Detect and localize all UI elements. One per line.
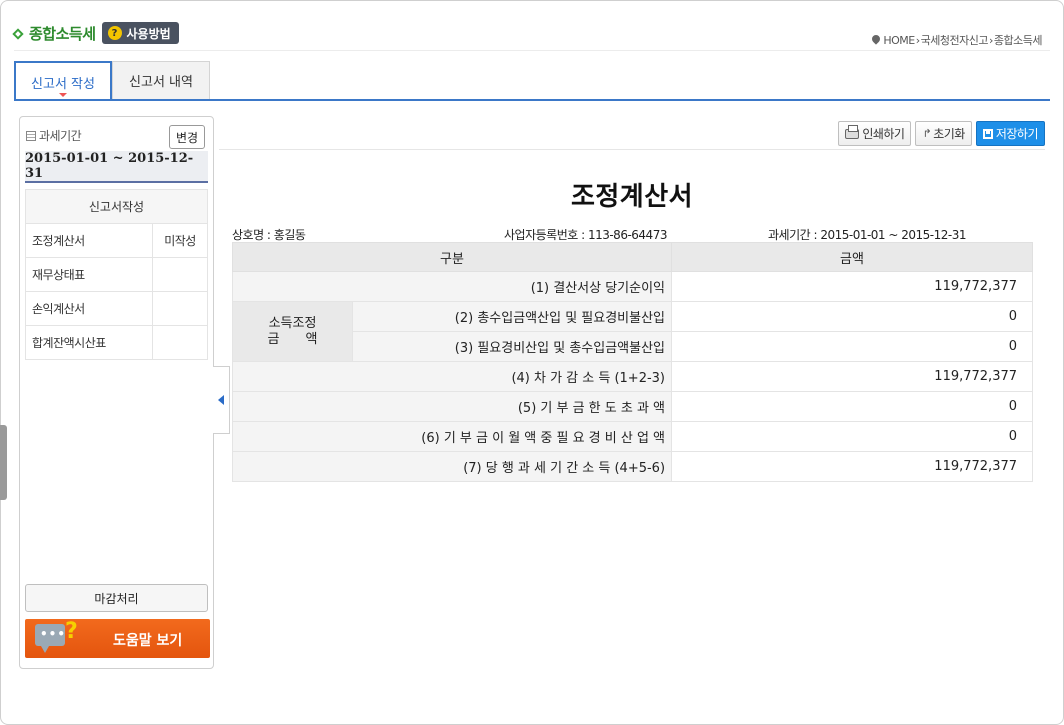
tab-bar: 신고서 작성 신고서 내역: [14, 61, 210, 101]
tax-period-value: 2015-01-01 ~ 2015-12-31: [25, 151, 208, 183]
row-amount: 119,772,377: [671, 361, 1034, 392]
breadcrumb-item-home[interactable]: HOME: [883, 34, 915, 47]
group-label-line2: 금 액: [267, 331, 318, 347]
question-icon: ?: [107, 26, 122, 40]
return-list: 신고서작성 조정계산서 미작성 재무상태표 손익계산서 합계잔액시산표: [25, 189, 208, 360]
view-help-button[interactable]: ••• ? 도움말 보기: [25, 619, 210, 658]
row-label: (4) 차 가 감 소 득 (1+2-3): [231, 361, 673, 392]
breadcrumb: HOME › 국세청전자신고 › 종합소득세: [872, 32, 1042, 48]
list-item-label[interactable]: 합계잔액시산표: [25, 325, 153, 360]
printer-icon: [845, 124, 860, 139]
row-amount: 0: [671, 331, 1034, 362]
table-row: (5) 기 부 금 한 도 초 과 액 0: [231, 391, 1034, 422]
row-amount: 0: [671, 421, 1034, 452]
toolbar: 인쇄하기 ↱ 초기화 저장하기: [834, 121, 1045, 146]
sidebar-collapse-toggle[interactable]: [213, 366, 230, 434]
how-to-use-button[interactable]: ? 사용방법: [101, 22, 179, 44]
sidebar: 과세기간 변경 2015-01-01 ~ 2015-12-31 신고서작성 조정…: [19, 116, 214, 669]
chevron-right-icon: ›: [915, 33, 920, 47]
diamond-icon: [12, 28, 24, 40]
speech-bubble-icon: •••: [35, 624, 65, 653]
list-item-label[interactable]: 조정계산서: [25, 223, 153, 258]
row-label: (1) 결산서상 당기순이익: [231, 271, 673, 302]
table-row: 소득조정 금 액 (2) 총수입금액산입 및 필요경비불산입 0: [232, 301, 1034, 362]
list-item-label[interactable]: 재무상태표: [25, 257, 153, 292]
table-row: (3) 필요경비산입 및 총수입금액불산입 0: [233, 331, 1034, 362]
location-pin-icon: [872, 35, 880, 45]
list-item-status: [152, 325, 208, 360]
tab-write-return[interactable]: 신고서 작성: [14, 61, 112, 101]
app-title: 종합소득세: [29, 24, 96, 43]
return-list-header: 신고서작성: [25, 189, 208, 224]
header-divider: [14, 50, 1050, 51]
list-item-status: [152, 257, 208, 292]
list-item-label[interactable]: 손익계산서: [25, 291, 153, 326]
document-icon: [26, 130, 36, 141]
tax-period-label: 과세기간: [26, 127, 82, 144]
print-label: 인쇄하기: [862, 127, 905, 141]
adjustment-table: 구분 금액 (1) 결산서상 당기순이익 119,772,377 소득조정 금 …: [231, 242, 1034, 482]
row-amount: 119,772,377: [671, 451, 1034, 482]
chevron-left-icon: [218, 395, 224, 405]
finalize-button[interactable]: 마감처리: [25, 584, 208, 612]
row-label: (3) 필요경비산입 및 총수입금액불산입: [351, 331, 673, 362]
tax-period-info: 과세기간 : 2015-01-01 ~ 2015-12-31: [768, 228, 967, 242]
table-row: (6) 기 부 금 이 월 액 중 필 요 경 비 산 업 액 0: [231, 421, 1034, 452]
row-label: (2) 총수입금액산입 및 필요경비불산입: [351, 301, 673, 332]
redo-arrow-icon: ↱: [922, 127, 932, 140]
table-header-row: 구분 금액: [231, 242, 1034, 272]
list-item-status: [152, 291, 208, 326]
chevron-right-icon: ›: [988, 33, 993, 47]
list-item[interactable]: 합계잔액시산표: [25, 325, 208, 360]
table-row: (4) 차 가 감 소 득 (1+2-3) 119,772,377: [231, 361, 1034, 392]
row-amount: 119,772,377: [671, 271, 1034, 302]
tab-return-history[interactable]: 신고서 내역: [112, 61, 210, 99]
breadcrumb-item-current: 종합소득세: [993, 34, 1043, 47]
company-name: 상호명 : 홍길동: [232, 228, 306, 242]
save-button[interactable]: 저장하기: [975, 121, 1045, 146]
floppy-disk-icon: [982, 128, 993, 139]
breadcrumb-item-efiling[interactable]: 국세청전자신고: [921, 32, 989, 48]
group-label-line1: 소득조정: [268, 315, 317, 331]
row-label: (5) 기 부 금 한 도 초 과 액: [231, 391, 673, 422]
save-label: 저장하기: [995, 127, 1039, 141]
content-divider: [219, 149, 1045, 150]
print-button[interactable]: 인쇄하기: [838, 121, 912, 146]
column-header-category: 구분: [231, 242, 673, 272]
question-mark-icon: ?: [65, 619, 78, 644]
row-label: (6) 기 부 금 이 월 액 중 필 요 경 비 산 업 액: [231, 421, 673, 452]
change-period-button[interactable]: 변경: [169, 125, 205, 149]
list-item-status: 미작성: [152, 223, 208, 258]
app-title-area: 종합소득세 ? 사용방법: [12, 22, 179, 44]
document-title: 조정계산서: [570, 182, 694, 212]
view-help-label: 도움말 보기: [113, 633, 183, 649]
list-item[interactable]: 재무상태표: [25, 257, 208, 292]
column-header-amount: 금액: [671, 242, 1034, 272]
business-registration-number: 사업자등록번호 : 113-86-64473: [504, 228, 667, 242]
table-row: (7) 당 행 과 세 기 간 소 득 (4+5-6) 119,772,377: [231, 451, 1034, 482]
reset-button[interactable]: ↱ 초기화: [915, 121, 972, 146]
row-amount: 0: [671, 391, 1034, 422]
tab-underline: [14, 99, 1050, 101]
list-item[interactable]: 조정계산서 미작성: [25, 223, 208, 258]
how-to-use-label: 사용방법: [126, 26, 171, 41]
left-edge-handle[interactable]: [0, 425, 7, 500]
tax-period-label-text: 과세기간: [39, 129, 82, 143]
table-row: (1) 결산서상 당기순이익 119,772,377: [231, 271, 1034, 302]
income-adjustment-group-label: 소득조정 금 액: [232, 301, 353, 362]
row-amount: 0: [671, 301, 1034, 332]
reset-label: 초기화: [933, 127, 965, 141]
list-item[interactable]: 손익계산서: [25, 291, 208, 326]
row-label: (7) 당 행 과 세 기 간 소 득 (4+5-6): [231, 451, 673, 482]
